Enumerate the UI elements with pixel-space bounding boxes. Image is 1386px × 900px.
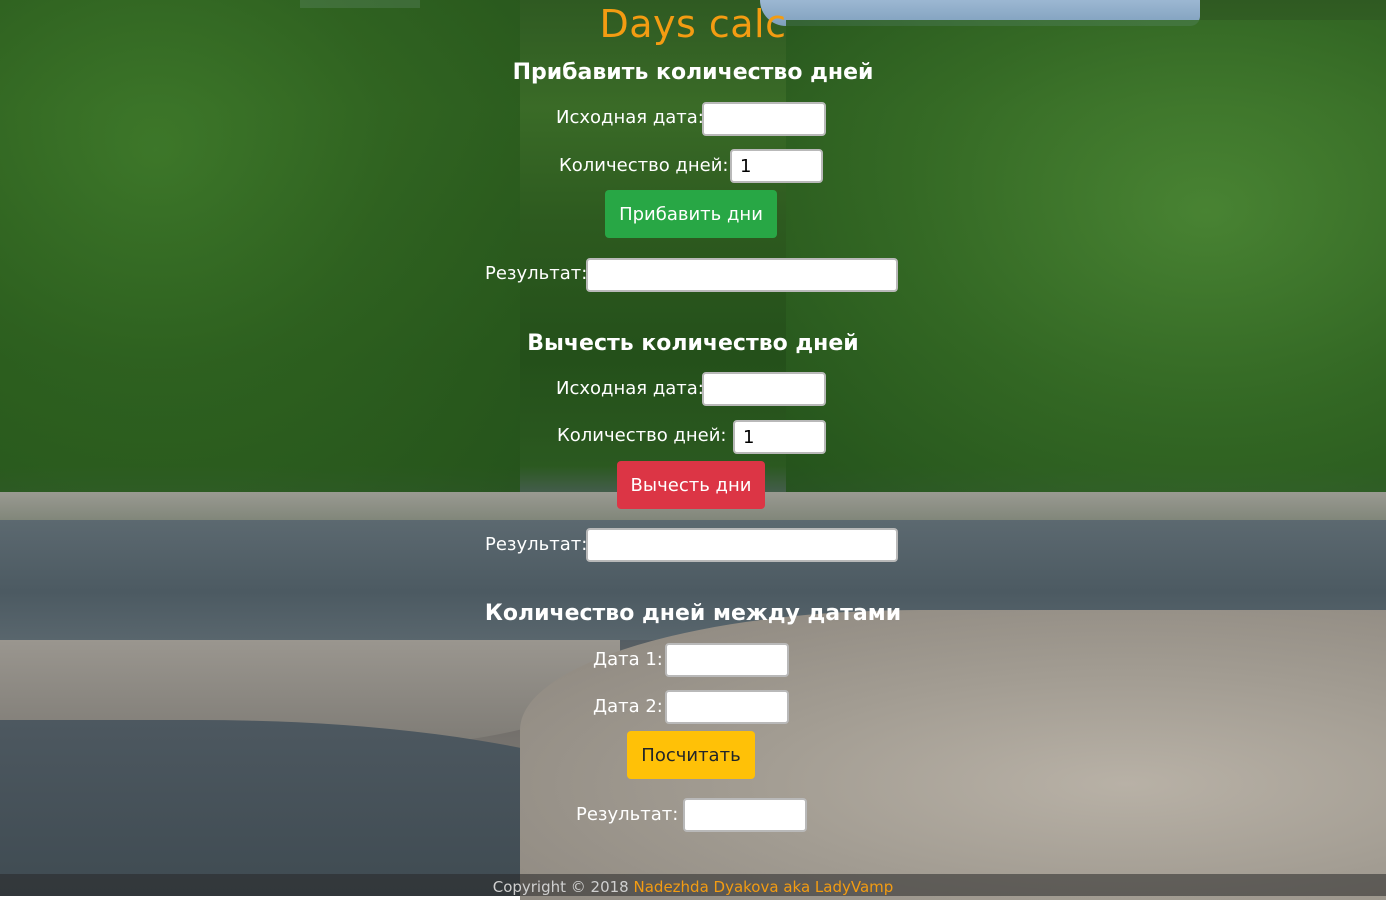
date1-label: Дата 1: — [593, 649, 663, 670]
subtract-days-count-label: Количество дней: — [557, 425, 727, 446]
subtract-start-date-label: Исходная дата: — [556, 378, 704, 399]
days-between-heading: Количество дней между датами — [484, 601, 902, 626]
date2-input[interactable] — [665, 690, 789, 724]
add-start-date-input[interactable] — [702, 102, 826, 136]
subtract-start-date-input[interactable] — [702, 372, 826, 406]
between-result-label: Результат: — [576, 804, 679, 825]
add-days-count-label: Количество дней: — [559, 155, 729, 176]
between-result-field[interactable] — [683, 798, 807, 832]
page-title: Days calc — [599, 2, 787, 46]
add-result-label: Результат: — [485, 263, 588, 284]
main-content: Days calc Прибавить количество дней Исхо… — [0, 0, 1386, 896]
add-days-heading: Прибавить количество дней — [512, 60, 874, 85]
subtract-days-button[interactable]: Вычесть дни — [617, 461, 765, 509]
subtract-result-label: Результат: — [485, 534, 588, 555]
date2-label: Дата 2: — [593, 696, 663, 717]
author-link[interactable]: Nadezhda Dyakova aka LadyVamp — [634, 878, 894, 896]
footer: Copyright © 2018 Nadezhda Dyakova aka La… — [0, 874, 1386, 896]
add-days-count-input[interactable] — [730, 149, 823, 183]
add-start-date-label: Исходная дата: — [556, 107, 704, 128]
add-days-button[interactable]: Прибавить дни — [605, 190, 777, 238]
subtract-days-heading: Вычесть количество дней — [527, 331, 859, 356]
count-button[interactable]: Посчитать — [627, 731, 755, 779]
add-result-field[interactable] — [586, 258, 898, 292]
subtract-days-count-input[interactable] — [733, 420, 826, 454]
copyright-text: Copyright © 2018 — [492, 878, 629, 896]
subtract-result-field[interactable] — [586, 528, 898, 562]
date1-input[interactable] — [665, 643, 789, 677]
